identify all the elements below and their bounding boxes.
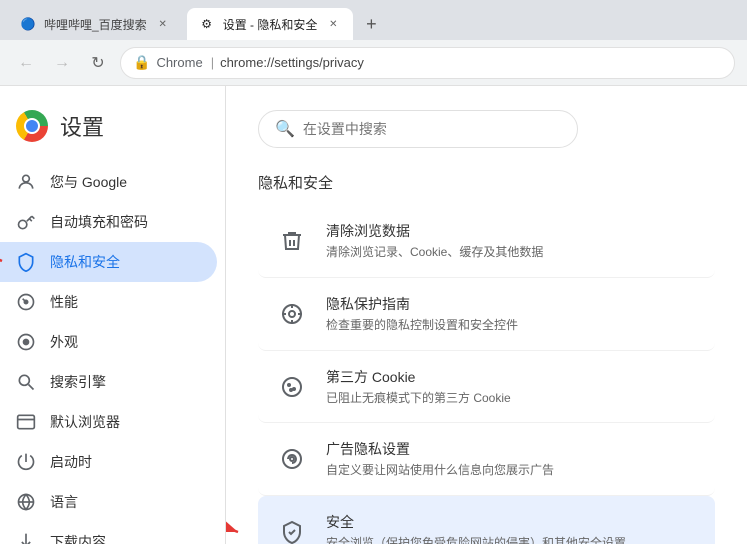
tab-settings-close[interactable]: ✕: [325, 16, 341, 32]
chrome-label: Chrome: [156, 55, 202, 70]
sidebar-item-google-label: 您与 Google: [50, 172, 127, 192]
sidebar-item-privacy[interactable]: 隐私和安全: [0, 242, 217, 282]
search-icon: [16, 372, 36, 392]
key-icon: [16, 212, 36, 232]
card-desc-ad-privacy: 自定义要让网站使用什么信息向您展示广告: [326, 462, 699, 479]
ad-icon: [274, 441, 310, 477]
url-bar[interactable]: 🔒 Chrome | chrome://settings/privacy: [120, 47, 735, 79]
main-panel: 🔍 隐私和安全 清除浏览数据 清除浏览记录、Cookie、缓存及其他数据: [226, 86, 747, 544]
card-title-clear-data: 清除浏览数据: [326, 221, 699, 241]
sidebar-item-language[interactable]: 语言: [0, 482, 217, 522]
card-desc-clear-data: 清除浏览记录、Cookie、缓存及其他数据: [326, 244, 699, 261]
globe-icon: [16, 492, 36, 512]
lock-icon: 🔒: [133, 54, 150, 71]
url-separator: |: [211, 55, 214, 70]
settings-card-security[interactable]: 安全 安全浏览（保护您免受危险网站的侵害）和其他安全设置: [258, 496, 715, 544]
arrow-security: [226, 512, 248, 544]
sidebar-item-startup-label: 启动时: [50, 452, 92, 472]
sidebar-item-privacy-label: 隐私和安全: [50, 252, 120, 272]
sidebar-item-browser-label: 默认浏览器: [50, 412, 120, 432]
refresh-button[interactable]: ↻: [84, 49, 112, 77]
settings-card-privacy-guide[interactable]: 隐私保护指南 检查重要的隐私控制设置和安全控件: [258, 278, 715, 351]
sidebar-item-appearance[interactable]: 外观: [0, 322, 217, 362]
cookie-icon: [274, 369, 310, 405]
sidebar-item-autofill[interactable]: 自动填充和密码: [0, 202, 217, 242]
sidebar-item-browser[interactable]: 默认浏览器: [0, 402, 217, 442]
person-icon: [16, 172, 36, 192]
sidebar: 设置 您与 Google 自动填充和密码: [0, 86, 226, 544]
card-desc-cookie: 已阻止无痕模式下的第三方 Cookie: [326, 390, 699, 407]
shield-icon: [16, 252, 36, 272]
tab-bar: 🔵 哔哩哔哩_百度搜索 ✕ ⚙ 设置 - 隐私和安全 ✕ +: [0, 0, 747, 40]
back-button[interactable]: ←: [12, 49, 40, 77]
settings-list: 清除浏览数据 清除浏览记录、Cookie、缓存及其他数据 隐私保护指南: [258, 205, 715, 544]
gauge-icon: [16, 292, 36, 312]
sidebar-item-startup[interactable]: 启动时: [0, 442, 217, 482]
card-desc-privacy-guide: 检查重要的隐私控制设置和安全控件: [326, 317, 699, 334]
tab-baidu-close[interactable]: ✕: [155, 16, 171, 32]
sidebar-item-performance[interactable]: 性能: [0, 282, 217, 322]
sidebar-title: 设置: [60, 110, 104, 142]
sidebar-item-downloads-label: 下载内容: [50, 532, 106, 544]
forward-button[interactable]: →: [48, 49, 76, 77]
new-tab-button[interactable]: +: [357, 10, 385, 38]
settings-search-input[interactable]: [303, 121, 561, 137]
settings-search-icon: 🔍: [275, 119, 295, 139]
settings-card-ad-privacy[interactable]: 广告隐私设置 自定义要让网站使用什么信息向您展示广告: [258, 423, 715, 496]
tab-baidu-favicon: 🔵: [20, 16, 36, 32]
url-text: chrome://settings/privacy: [220, 55, 364, 70]
card-title-ad-privacy: 广告隐私设置: [326, 439, 699, 459]
shield2-icon: [274, 514, 310, 544]
settings-search-bar[interactable]: 🔍: [258, 110, 578, 148]
tab-baidu[interactable]: 🔵 哔哩哔哩_百度搜索 ✕: [8, 8, 183, 40]
chrome-logo: [16, 110, 48, 142]
tab-baidu-label: 哔哩哔哩_百度搜索: [44, 16, 147, 33]
sidebar-item-downloads[interactable]: 下载内容: [0, 522, 217, 544]
tab-settings[interactable]: ⚙ 设置 - 隐私和安全 ✕: [187, 8, 354, 40]
section-title: 隐私和安全: [258, 172, 715, 193]
card-content-security: 安全 安全浏览（保护您免受危险网站的侵害）和其他安全设置: [326, 512, 699, 544]
card-content-ad-privacy: 广告隐私设置 自定义要让网站使用什么信息向您展示广告: [326, 439, 699, 479]
card-title-security: 安全: [326, 512, 699, 532]
trash-icon: [274, 223, 310, 259]
sidebar-item-appearance-label: 外观: [50, 332, 78, 352]
content-area: 设置 您与 Google 自动填充和密码: [0, 86, 747, 544]
sidebar-item-search-label: 搜索引擎: [50, 372, 106, 392]
sidebar-item-autofill-label: 自动填充和密码: [50, 212, 148, 232]
card-content-cookie: 第三方 Cookie 已阻止无痕模式下的第三方 Cookie: [326, 367, 699, 407]
power-icon: [16, 452, 36, 472]
settings-card-clear-data[interactable]: 清除浏览数据 清除浏览记录、Cookie、缓存及其他数据: [258, 205, 715, 278]
arrow-privacy: [0, 247, 10, 277]
card-title-cookie: 第三方 Cookie: [326, 367, 699, 387]
compass-icon: [274, 296, 310, 332]
sidebar-item-google[interactable]: 您与 Google: [0, 162, 217, 202]
settings-card-cookie[interactable]: 第三方 Cookie 已阻止无痕模式下的第三方 Cookie: [258, 351, 715, 424]
tab-settings-favicon: ⚙: [199, 16, 215, 32]
card-title-privacy-guide: 隐私保护指南: [326, 294, 699, 314]
address-bar: ← → ↻ 🔒 Chrome | chrome://settings/priva…: [0, 40, 747, 86]
sidebar-item-language-label: 语言: [50, 492, 78, 512]
sidebar-header: 设置: [0, 94, 225, 162]
download-icon: [16, 532, 36, 544]
card-content-clear-data: 清除浏览数据 清除浏览记录、Cookie、缓存及其他数据: [326, 221, 699, 261]
browser-icon: [16, 412, 36, 432]
card-desc-security: 安全浏览（保护您免受危险网站的侵害）和其他安全设置: [326, 535, 699, 544]
card-content-privacy-guide: 隐私保护指南 检查重要的隐私控制设置和安全控件: [326, 294, 699, 334]
browser-frame: 🔵 哔哩哔哩_百度搜索 ✕ ⚙ 设置 - 隐私和安全 ✕ + ← → ↻ 🔒 C…: [0, 0, 747, 544]
tab-settings-label: 设置 - 隐私和安全: [223, 16, 318, 33]
sidebar-item-search[interactable]: 搜索引擎: [0, 362, 217, 402]
paint-icon: [16, 332, 36, 352]
sidebar-item-performance-label: 性能: [50, 292, 78, 312]
